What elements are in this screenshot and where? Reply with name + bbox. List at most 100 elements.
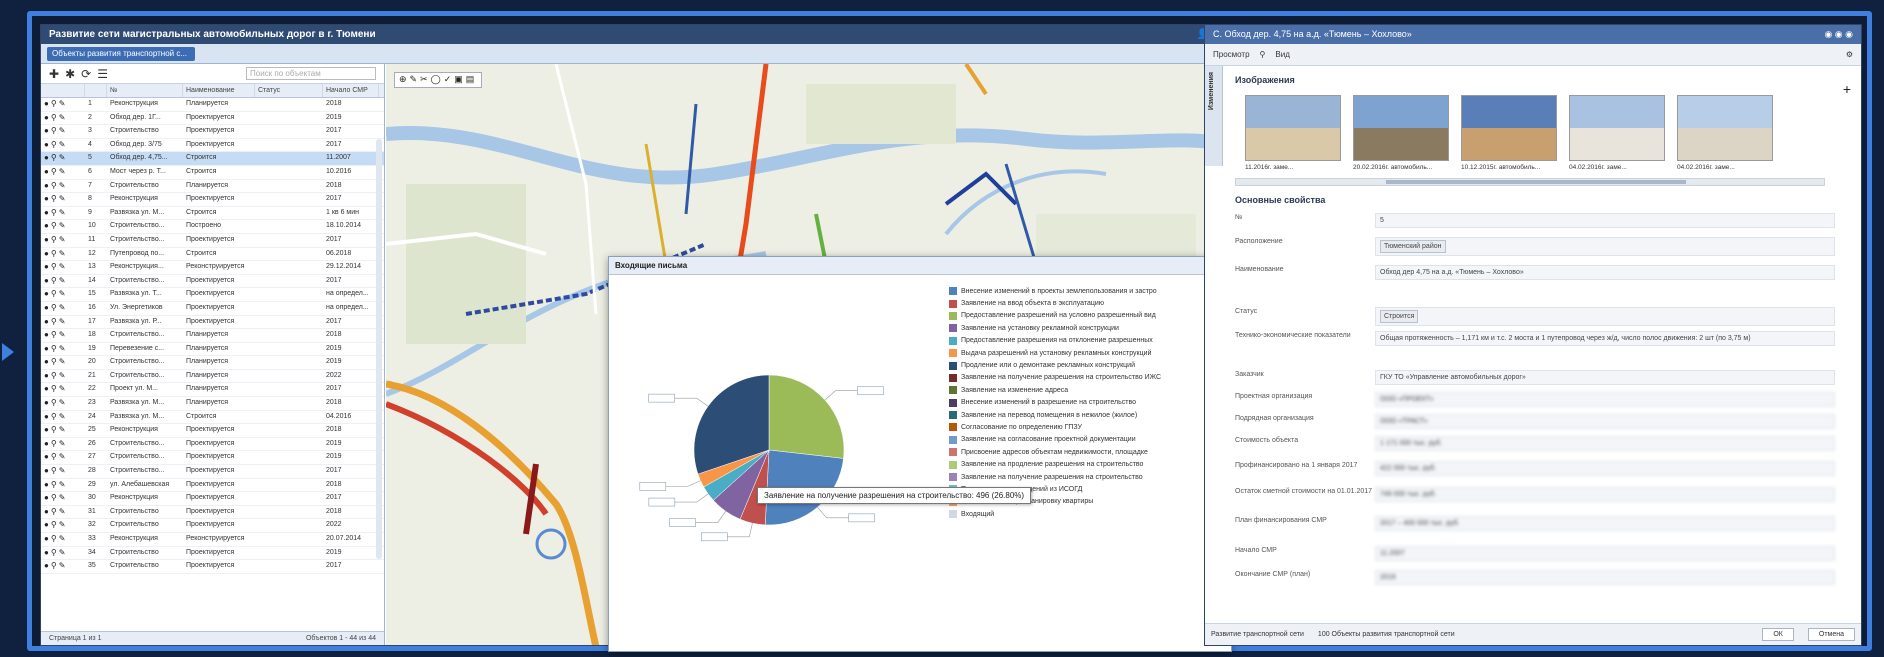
row-action-icons[interactable]: ●⚲✎ xyxy=(41,424,85,437)
image-thumbnail[interactable]: 04.02.2016г. заме... xyxy=(1677,95,1773,171)
row-action-icons[interactable]: ●⚲✎ xyxy=(41,248,85,261)
legend-item[interactable]: Заявление на получение разрешения на стр… xyxy=(949,372,1229,384)
image-thumbnail[interactable]: 11.2016г. заме... xyxy=(1245,95,1341,171)
table-row[interactable]: ●⚲✎ 20 Строительство... Планируется 2019 xyxy=(41,356,384,370)
row-action-icons[interactable]: ●⚲✎ xyxy=(41,411,85,424)
legend-item[interactable]: Предоставление разрешений на условно раз… xyxy=(949,310,1229,322)
row-action-icons[interactable]: ●⚲✎ xyxy=(41,506,85,519)
table-row[interactable]: ●⚲✎ 24 Развязка ул. М... Строится 04.2016 xyxy=(41,411,384,425)
table-column-header[interactable]: № xyxy=(107,84,183,97)
table-row[interactable]: ●⚲✎ 14 Строительство... Проектируется 2017 xyxy=(41,275,384,289)
map-toolbar[interactable]: ⊕✎✂◯✓▣▤ xyxy=(394,72,483,88)
table-row[interactable]: ●⚲✎ 5 Обход дер. 4,75... Строится 11.2007 xyxy=(41,152,384,166)
legend-item[interactable]: Продление или о демонтаже рекламных конс… xyxy=(949,359,1229,371)
table-column-header[interactable]: Начало СМР xyxy=(323,84,379,97)
table-row[interactable]: ●⚲✎ 34 Строительство Проектируется 2019 xyxy=(41,547,384,561)
table-column-header[interactable] xyxy=(85,84,107,97)
table-row[interactable]: ●⚲✎ 31 Строительство Проектируется 2018 xyxy=(41,506,384,520)
gear-icon[interactable]: ⚙ xyxy=(1846,50,1853,59)
side-tab-changes[interactable]: Изменения xyxy=(1205,66,1223,166)
row-action-icons[interactable]: ●⚲✎ xyxy=(41,234,85,247)
table-column-header[interactable]: Наименование xyxy=(183,84,255,97)
table-row[interactable]: ●⚲✎ 7 Строительство Планируется 2018 xyxy=(41,180,384,194)
row-action-icons[interactable]: ●⚲✎ xyxy=(41,343,85,356)
view-button[interactable]: Просмотр xyxy=(1213,50,1250,59)
legend-item[interactable]: Заявление на установку рекламной констру… xyxy=(949,322,1229,334)
table-row[interactable]: ●⚲✎ 2 Обход дер. 1Г... Проектируется 2019 xyxy=(41,112,384,126)
row-action-icons[interactable]: ●⚲✎ xyxy=(41,112,85,125)
table-row[interactable]: ●⚲✎ 10 Строительство... Построено 18.10.2014 xyxy=(41,220,384,234)
field-value[interactable]: 5 xyxy=(1375,213,1835,228)
legend-item[interactable]: Заявление на получение разрешения на стр… xyxy=(949,471,1229,483)
row-action-icons[interactable]: ●⚲✎ xyxy=(41,288,85,301)
field-value[interactable]: 11.2007 xyxy=(1375,546,1835,561)
pin-icon[interactable]: ⚲ xyxy=(1260,50,1266,59)
table-row[interactable]: ●⚲✎ 32 Строительство Проектируется 2022 xyxy=(41,519,384,533)
table-row[interactable]: ●⚲✎ 15 Развязка ул. Т... Проектируется на оп… xyxy=(41,288,384,302)
legend-item[interactable]: Присвоение адресов объектам недвижимости… xyxy=(949,446,1229,458)
row-action-icons[interactable]: ●⚲✎ xyxy=(41,533,85,546)
row-action-icons[interactable]: ●⚲✎ xyxy=(41,479,85,492)
table-row[interactable]: ●⚲✎ 3 Строительство Проектируется 2017 xyxy=(41,125,384,139)
table-row[interactable]: ●⚲✎ 23 Развязка ул. М... Планируется 2018 xyxy=(41,397,384,411)
field-value[interactable]: Строится xyxy=(1375,307,1835,326)
field-value[interactable]: Обход дер 4,75 на а.д. «Тюмень – Хохлово… xyxy=(1375,265,1835,280)
table-row[interactable]: ●⚲✎ 30 Реконструкция Проектируется 2017 xyxy=(41,492,384,506)
legend-item[interactable]: Внесение изменений в разрешение на строи… xyxy=(949,397,1229,409)
table-row[interactable]: ●⚲✎ 6 Мост через р. Т... Строится 10.2016 xyxy=(41,166,384,180)
list-icon[interactable]: ☰ xyxy=(97,67,108,81)
field-value[interactable]: ГКУ ТО «Управление автомобильных дорог» xyxy=(1375,370,1835,385)
row-action-icons[interactable]: ●⚲✎ xyxy=(41,193,85,206)
image-thumbnail[interactable]: 20.02.2016г. автомобиль... xyxy=(1353,95,1449,171)
legend-item[interactable]: Заявление на согласование проектной доку… xyxy=(949,434,1229,446)
legend-item[interactable]: Согласование по определению ГПЗУ xyxy=(949,421,1229,433)
search-input[interactable]: Поиск по объектам xyxy=(246,67,376,80)
row-action-icons[interactable]: ●⚲✎ xyxy=(41,261,85,274)
row-action-icons[interactable]: ●⚲✎ xyxy=(41,125,85,138)
row-action-icons[interactable]: ●⚲✎ xyxy=(41,316,85,329)
add-icon[interactable]: ✚ xyxy=(49,67,59,81)
legend-item[interactable]: Выдача разрешений на установку рекламных… xyxy=(949,347,1229,359)
row-action-icons[interactable]: ●⚲✎ xyxy=(41,180,85,193)
table-row[interactable]: ●⚲✎ 12 Путепровод по... Строится 06.2018 xyxy=(41,248,384,262)
table-row[interactable]: ●⚲✎ 11 Строительство... Проектируется 2017 xyxy=(41,234,384,248)
table-row[interactable]: ●⚲✎ 8 Реконструкция Проектируется 2017 xyxy=(41,193,384,207)
window-controls-icon[interactable]: ◉ ◉ ◉ xyxy=(1824,29,1853,40)
ok-button[interactable]: ОК xyxy=(1762,628,1794,641)
table-row[interactable]: ●⚲✎ 29 ул. Алебашевская Проектируется 2018 xyxy=(41,479,384,493)
image-thumbnail[interactable]: 10.12.2015г. автомобиль... xyxy=(1461,95,1557,171)
row-action-icons[interactable]: ●⚲✎ xyxy=(41,370,85,383)
table-row[interactable]: ●⚲✎ 25 Реконструкция Проектируется 2018 xyxy=(41,424,384,438)
pie-chart[interactable] xyxy=(609,275,949,645)
table-row[interactable]: ●⚲✎ 26 Строительство... Проектируется 2019 xyxy=(41,438,384,452)
add-image-icon[interactable]: + xyxy=(1843,81,1851,97)
table-row[interactable]: ●⚲✎ 9 Развязка ул. М... Строится 1 кв 6 мин xyxy=(41,207,384,221)
legend-item[interactable]: Внесение изменений в проекты землепользо… xyxy=(949,285,1229,297)
image-thumbnail[interactable]: 04.02.2016г. заме... xyxy=(1569,95,1665,171)
row-action-icons[interactable]: ●⚲✎ xyxy=(41,98,85,111)
legend-item[interactable]: Заявление на изменение адреса xyxy=(949,384,1229,396)
table-row[interactable]: ●⚲✎ 21 Строительство... Планируется 2022 xyxy=(41,370,384,384)
field-value[interactable]: ООО «ТРАСТ» xyxy=(1375,414,1835,429)
row-action-icons[interactable]: ●⚲✎ xyxy=(41,397,85,410)
settings-icon[interactable]: ✱ xyxy=(65,67,75,81)
table-row[interactable]: ●⚲✎ 19 Перевезение с... Планируется 2019 xyxy=(41,343,384,357)
legend-item[interactable]: Заявление на перевод помещения в нежилое… xyxy=(949,409,1229,421)
field-value[interactable]: 1 171 000 тыс. руб. xyxy=(1375,436,1835,451)
row-action-icons[interactable]: ●⚲✎ xyxy=(41,451,85,464)
row-action-icons[interactable]: ●⚲✎ xyxy=(41,220,85,233)
field-value[interactable]: Общая протяженность – 1,171 км и т.с. 2 … xyxy=(1375,331,1835,346)
row-action-icons[interactable]: ●⚲✎ xyxy=(41,356,85,369)
row-action-icons[interactable]: ●⚲✎ xyxy=(41,275,85,288)
pie-slice[interactable] xyxy=(768,374,845,459)
row-action-icons[interactable]: ●⚲✎ xyxy=(41,560,85,573)
row-action-icons[interactable]: ●⚲✎ xyxy=(41,166,85,179)
layer-select[interactable]: Объекты развития транспортной с... xyxy=(47,47,195,61)
row-action-icons[interactable]: ●⚲✎ xyxy=(41,329,85,342)
row-action-icons[interactable]: ●⚲✎ xyxy=(41,302,85,315)
table-row[interactable]: ●⚲✎ 35 Строительство Проектируется 2017 xyxy=(41,560,384,574)
field-value[interactable]: Тюменский район xyxy=(1375,237,1835,256)
value-tag[interactable]: Тюменский район xyxy=(1380,240,1446,253)
row-action-icons[interactable]: ●⚲✎ xyxy=(41,547,85,560)
field-value[interactable]: 749 000 тыс. руб. xyxy=(1375,487,1835,502)
